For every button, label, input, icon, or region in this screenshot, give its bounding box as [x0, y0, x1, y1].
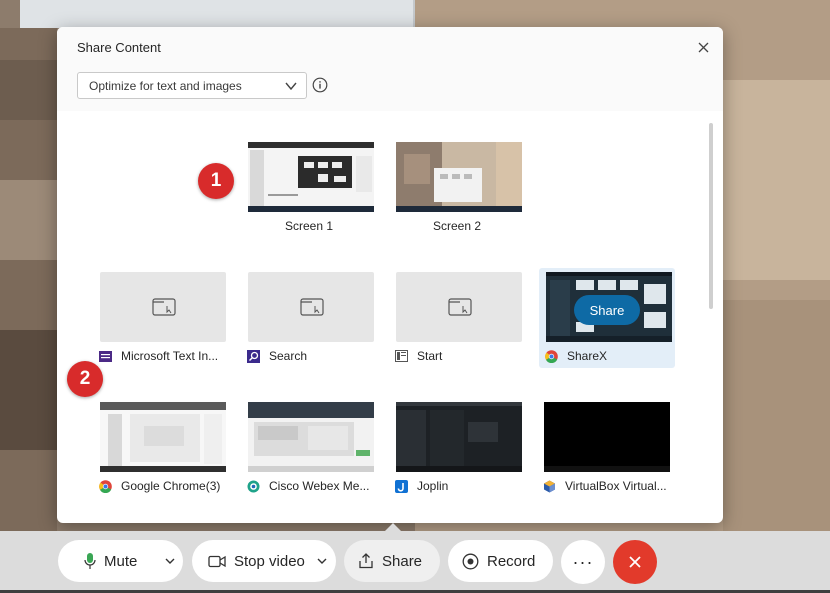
screen-tile-2[interactable]: Screen 2	[389, 138, 525, 234]
app-name: Joplin	[417, 479, 449, 493]
record-icon	[462, 553, 479, 569]
share-app-button[interactable]: Share	[574, 295, 640, 325]
share-button[interactable]: Share	[344, 540, 440, 582]
webex-thumbnail	[248, 402, 374, 472]
joplin-icon	[395, 479, 408, 493]
google-chrome-thumbnail	[100, 402, 226, 472]
stop-video-label: Stop video	[234, 552, 305, 570]
app-thumbnail-empty	[396, 272, 522, 342]
app-label: Joplin	[395, 479, 521, 493]
screen-2-thumbnail	[396, 142, 522, 212]
app-name: ShareX	[567, 349, 608, 363]
more-options-button[interactable]: ···	[561, 540, 605, 584]
app-tile-google-chrome[interactable]: Google Chrome(3)	[93, 398, 229, 496]
app-name: Start	[417, 349, 443, 363]
record-button[interactable]: Record	[448, 540, 553, 582]
app-name: VirtualBox Virtual...	[565, 479, 667, 493]
share-content-dialog: Share Content Optimize for text and imag…	[57, 27, 723, 523]
app-name: Cisco Webex Me...	[269, 479, 370, 493]
background-block	[723, 80, 830, 280]
app-label: Search	[247, 349, 373, 363]
virtualbox-icon	[543, 480, 556, 493]
close-button[interactable]	[693, 37, 713, 57]
video-camera-icon	[208, 555, 226, 567]
marker-1: 1	[198, 163, 234, 199]
background-block	[0, 330, 57, 450]
search-app-icon	[247, 349, 260, 363]
app-thumbnail-empty	[100, 272, 226, 342]
end-call-button[interactable]	[613, 540, 657, 584]
optimize-dropdown[interactable]: Optimize for text and images	[77, 72, 307, 99]
app-name: Search	[269, 349, 308, 363]
background-block	[723, 300, 830, 531]
mute-button[interactable]: Mute	[58, 540, 183, 582]
mute-label: Mute	[104, 552, 138, 570]
virtualbox-thumbnail	[544, 402, 670, 472]
share-pointer-caret	[385, 523, 401, 531]
close-icon	[629, 556, 641, 568]
record-label: Record	[487, 552, 536, 570]
share-label: Share	[382, 552, 423, 570]
microphone-icon	[84, 553, 96, 569]
app-label: VirtualBox Virtual...	[543, 479, 669, 493]
background-whiteboard	[20, 0, 415, 28]
window-placeholder-icon	[152, 298, 176, 316]
screen-tile-1[interactable]: Screen 1	[241, 138, 377, 234]
optimize-selected-value: Optimize for text and images	[89, 79, 242, 93]
app-thumbnail-empty	[248, 272, 374, 342]
app-tile-microsoft-text-input[interactable]: Microsoft Text In...	[93, 268, 229, 366]
app-label: Start	[395, 349, 521, 363]
chrome-icon	[99, 479, 112, 493]
close-icon	[698, 42, 708, 52]
app-label: Cisco Webex Me...	[247, 479, 373, 493]
app-label: Google Chrome(3)	[99, 479, 225, 493]
app-name: Microsoft Text In...	[121, 349, 219, 363]
chevron-down-icon[interactable]	[164, 555, 176, 567]
app-tile-joplin[interactable]: Joplin	[389, 398, 525, 496]
chevron-down-icon[interactable]	[316, 555, 328, 567]
app-tile-start[interactable]: Start	[389, 268, 525, 366]
dialog-title: Share Content	[77, 40, 161, 55]
webex-icon	[247, 480, 260, 493]
app-tile-sharex[interactable]: Share ShareX	[539, 268, 675, 368]
screen-2-label: Screen 2	[432, 219, 482, 233]
app-tile-cisco-webex[interactable]: Cisco Webex Me...	[241, 398, 377, 496]
chrome-icon	[545, 349, 558, 363]
app-name: Google Chrome(3)	[121, 479, 221, 493]
microsoft-text-input-icon	[99, 350, 112, 363]
info-icon	[312, 77, 328, 93]
meeting-toolbar: Mute Stop video Share Record ···	[0, 523, 830, 593]
start-app-icon	[395, 350, 408, 363]
marker-2: 2	[67, 361, 103, 397]
share-upload-icon	[359, 553, 373, 569]
app-label: Microsoft Text In...	[99, 349, 225, 363]
info-button[interactable]	[311, 76, 329, 94]
screen-1-label: Screen 1	[284, 219, 334, 233]
joplin-thumbnail	[396, 402, 522, 472]
app-tile-search[interactable]: Search	[241, 268, 377, 366]
stop-video-button[interactable]: Stop video	[192, 540, 336, 582]
background-block	[0, 180, 57, 260]
background-block	[0, 60, 57, 120]
app-tile-virtualbox[interactable]: VirtualBox Virtual...	[537, 398, 673, 496]
sharex-thumbnail: Share	[546, 272, 672, 342]
scrollbar[interactable]	[709, 123, 713, 309]
window-placeholder-icon	[300, 298, 324, 316]
screen-1-thumbnail	[248, 142, 374, 212]
window-placeholder-icon	[448, 298, 472, 316]
chevron-down-icon	[285, 82, 297, 91]
app-label: ShareX	[545, 349, 671, 363]
